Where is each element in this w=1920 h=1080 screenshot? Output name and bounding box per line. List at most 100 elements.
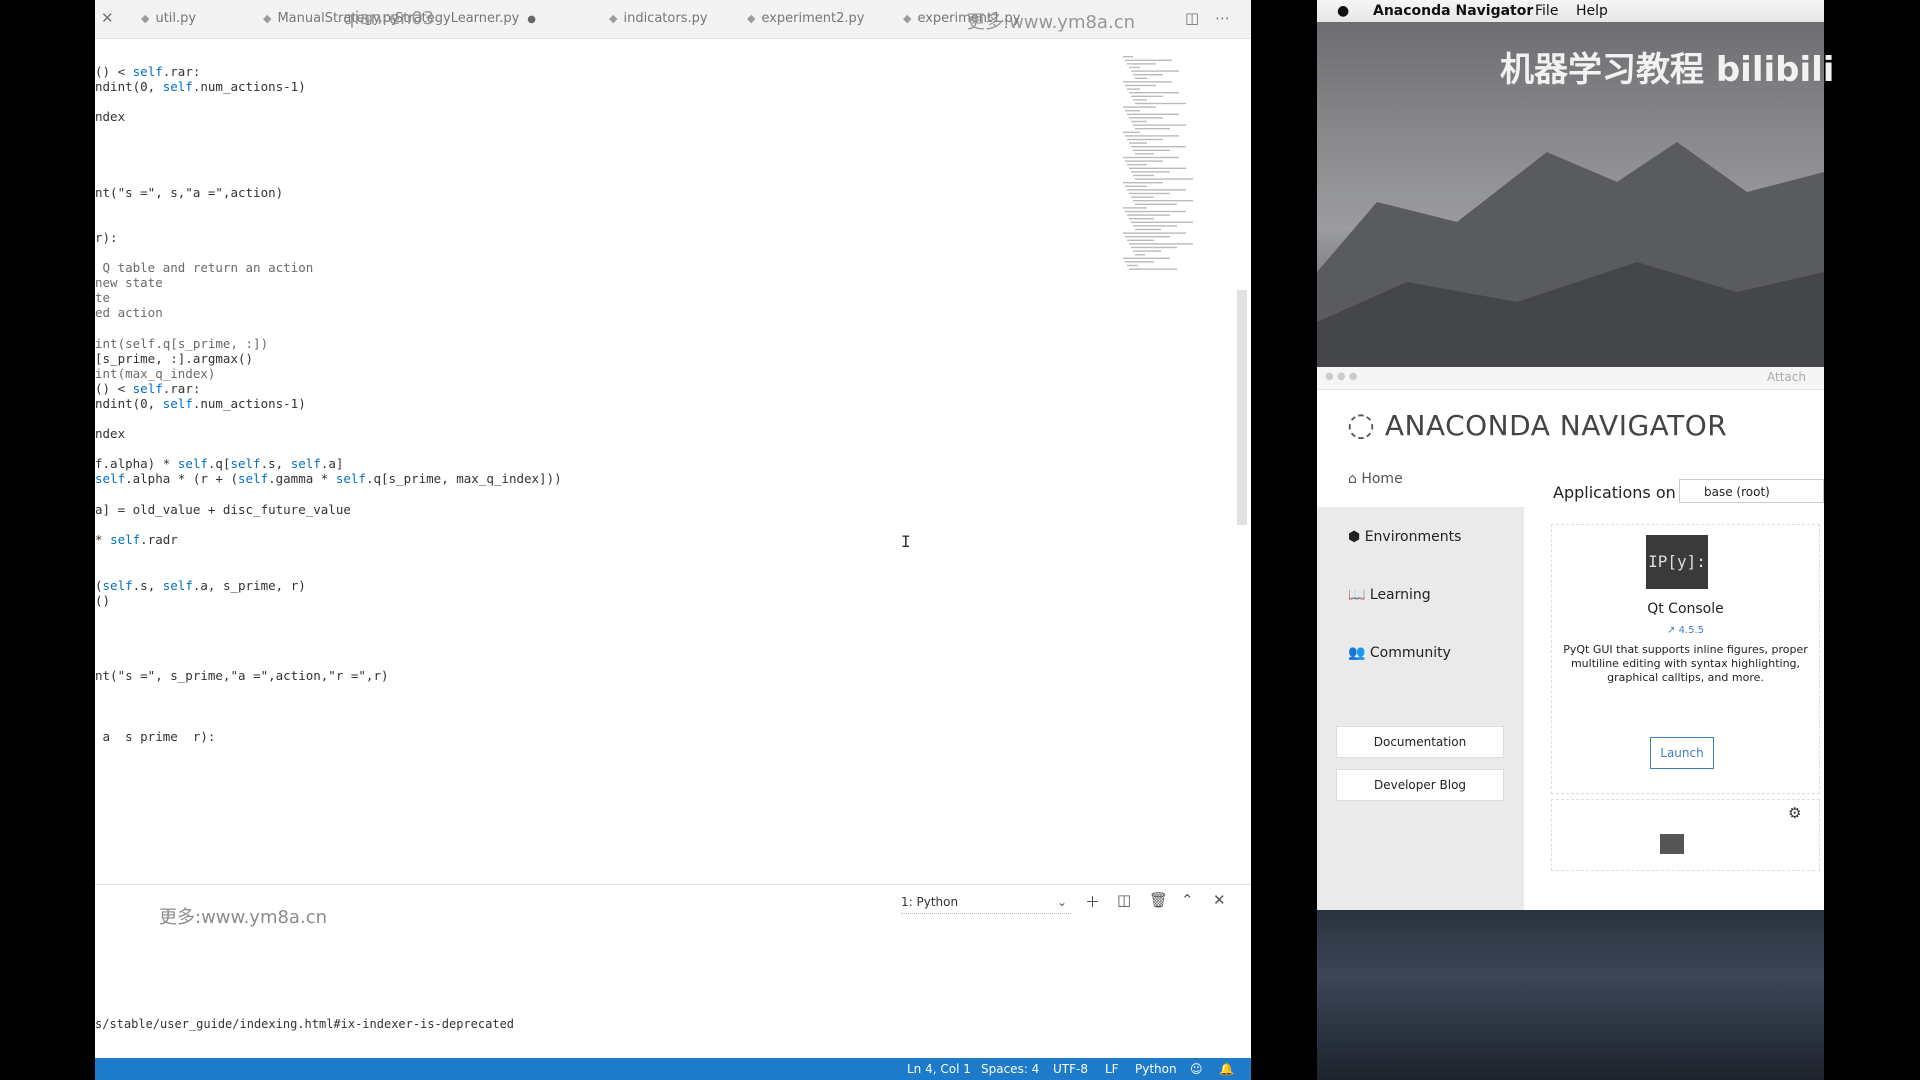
python-file-icon: ◆ (903, 12, 912, 25)
apple-icon[interactable]: ● (1337, 0, 1349, 22)
code-line: te (95, 290, 111, 305)
ipython-icon: IP[y]: (1646, 535, 1708, 589)
tab-experiment2[interactable]: ◆ experiment2.py (747, 0, 865, 38)
mac-menu-bar: ● Anaconda Navigator File Help (1317, 0, 1824, 22)
sidebar-item-home[interactable]: ⌂ Home (1348, 471, 1403, 487)
code-line: int(max_q_index) (95, 366, 216, 381)
version-number: 4.5.5 (1678, 625, 1705, 636)
trash-icon[interactable]: 🗑 (1149, 891, 1168, 909)
python-file-icon: ◆ (747, 12, 756, 25)
code-area[interactable]: () < self.rar: ndint(0, self.num_actions-… (95, 48, 1105, 883)
terminal-select-value: 1: Python (901, 895, 959, 909)
gear-icon[interactable]: ⚙ (1788, 804, 1801, 822)
menu-file[interactable]: File (1535, 0, 1558, 22)
code-line: ndex (95, 426, 126, 441)
code-line: ndint(0, self.num_actions-1) (95, 79, 306, 94)
window-title-right: Attach (1767, 370, 1806, 384)
tab-util[interactable]: ◆ util.py (141, 0, 196, 38)
sidebar: ⬢ Environments 📖 Learning 👥 Community Do… (1317, 507, 1524, 910)
anaconda-ring-icon: ◌ (1347, 405, 1376, 443)
app-icon (1660, 834, 1684, 854)
menu-help[interactable]: Help (1576, 0, 1608, 22)
indentation[interactable]: Spaces: 4 (981, 1058, 1039, 1080)
close-panel-icon[interactable]: ✕ (1213, 891, 1226, 909)
app-card-qtconsole: IP[y]: Qt Console ↗ 4.5.5 PyQt GUI that … (1551, 524, 1820, 794)
editor-tab-bar: ✕ ◆ util.py ◆ ManualStrategy.py StrategyLe… (95, 0, 1251, 39)
documentation-button[interactable]: Documentation (1336, 726, 1504, 758)
traffic-lights-icon[interactable]: ● ● ● (1325, 371, 1358, 382)
python-file-icon: ◆ (263, 12, 272, 25)
watermark: 更多:www.ym8a.cn (967, 12, 1135, 33)
wallpaper-lake (1317, 910, 1824, 1080)
menu-app-name[interactable]: Anaconda Navigator (1373, 0, 1533, 22)
cube-icon: ⬢ (1348, 529, 1361, 545)
terminal-select[interactable]: 1: Python ⌄ (901, 891, 1071, 914)
chevron-down-icon: ⌄ (1056, 895, 1067, 909)
new-terminal-icon[interactable]: ＋ (1085, 891, 1100, 912)
code-line: new state (95, 275, 163, 290)
status-bar: Ln 4, Col 1 Spaces: 4 UTF-8 LF Python ☺ … (95, 1058, 1251, 1080)
code-line: () (95, 593, 111, 608)
sidebar-label: Environments (1364, 529, 1462, 545)
tab-label: util.py (155, 11, 197, 26)
bilibili-watermark: 机器学习教程 bilibili (1500, 50, 1835, 90)
sidebar-item-learning[interactable]: 📖 Learning (1348, 587, 1431, 603)
watermark: 更多:www.ym8a.cn (159, 907, 327, 928)
encoding[interactable]: UTF-8 (1053, 1058, 1088, 1080)
sidebar-label: Home (1361, 471, 1403, 487)
code-line: ndint(0, self.num_actions-1) (95, 396, 306, 411)
code-line: (self.s, self.a, s_prime, r) (95, 578, 306, 593)
app-version[interactable]: ↗ 4.5.5 (1552, 625, 1819, 636)
code-line: () < self.rar: (95, 381, 201, 396)
minimap[interactable] (1117, 56, 1237, 286)
app-card-partial: ⚙ (1551, 799, 1820, 871)
tab-indicators[interactable]: ◆ indicators.py (609, 0, 708, 38)
environment-select-value: base (root) (1704, 485, 1770, 499)
upgrade-arrow-icon: ↗ (1666, 625, 1676, 636)
app-name: Qt Console (1647, 601, 1724, 617)
book-icon: 📖 (1348, 587, 1366, 603)
sidebar-item-community[interactable]: 👥 Community (1348, 645, 1451, 661)
terminal-output-line: s/stable/user_guide/indexing.html#ix-ind… (95, 1017, 515, 1031)
sidebar-label: Learning (1369, 587, 1431, 603)
more-actions-icon[interactable]: ⋯ (1215, 9, 1230, 27)
anaconda-navigator-window: ● ● ● Attach ◌ ANACONDA NAVIGATOR ⌂ Home… (1317, 367, 1824, 910)
language-mode[interactable]: Python (1135, 1058, 1177, 1080)
close-icon[interactable]: ✕ (101, 9, 114, 27)
bell-icon[interactable]: 🔔 (1219, 1058, 1234, 1080)
split-editor-icon[interactable]: ◫ (1185, 9, 1199, 27)
code-line: int(self.q[s_prime, :]) (95, 336, 269, 351)
python-file-icon: ◆ (141, 12, 150, 25)
window-titlebar: ● ● ● Attach (1317, 367, 1824, 390)
code-line: [s_prime, :].argmax() (95, 351, 254, 366)
code-line: a] = old_value + disc_future_value (95, 502, 351, 517)
people-icon: 👥 (1348, 645, 1366, 661)
launch-button[interactable]: Launch (1650, 737, 1714, 769)
anaconda-logo: ◌ ANACONDA NAVIGATOR (1347, 405, 1727, 443)
code-line: () < self.rar: (95, 64, 201, 79)
code-line: nt("s =", s,"a =",action) (95, 185, 284, 200)
editor-scrollbar[interactable] (1237, 290, 1247, 525)
sidebar-item-environments[interactable]: ⬢ Environments (1348, 529, 1461, 545)
python-file-icon: ◆ (609, 12, 618, 25)
code-line: * self.radr (95, 532, 178, 547)
code-line: self.alpha * (r + (self.gamma * self.q[s… (95, 471, 562, 486)
tab-label: indicators.py (623, 11, 708, 26)
watermark: qianren03 (343, 8, 435, 29)
text-cursor-icon: I (901, 532, 911, 551)
applications-on-label: Applications on (1553, 483, 1676, 502)
split-terminal-icon[interactable]: ◫ (1117, 891, 1131, 909)
code-line: f.alpha) * self.q[self.s, self.a] (95, 456, 344, 471)
environment-select[interactable]: base (root) (1679, 479, 1824, 503)
code-line: a s prime r): (95, 729, 216, 744)
logo-text: ANACONDA NAVIGATOR (1384, 409, 1728, 442)
code-line: Q table and return an action (95, 260, 314, 275)
cursor-position[interactable]: Ln 4, Col 1 (907, 1058, 971, 1080)
chevron-up-icon[interactable]: ⌃ (1181, 891, 1194, 909)
terminal-panel: 1: Python ⌄ ＋ ◫ 🗑 ⌃ ✕ 更多:www.ym8a.cn s/s… (95, 884, 1251, 1061)
modified-dot-icon[interactable]: ● (527, 14, 536, 25)
app-description: PyQt GUI that supports inline figures, p… (1563, 643, 1808, 684)
feedback-icon[interactable]: ☺ (1190, 1058, 1203, 1080)
developer-blog-button[interactable]: Developer Blog (1336, 769, 1504, 801)
end-of-line[interactable]: LF (1105, 1058, 1119, 1080)
